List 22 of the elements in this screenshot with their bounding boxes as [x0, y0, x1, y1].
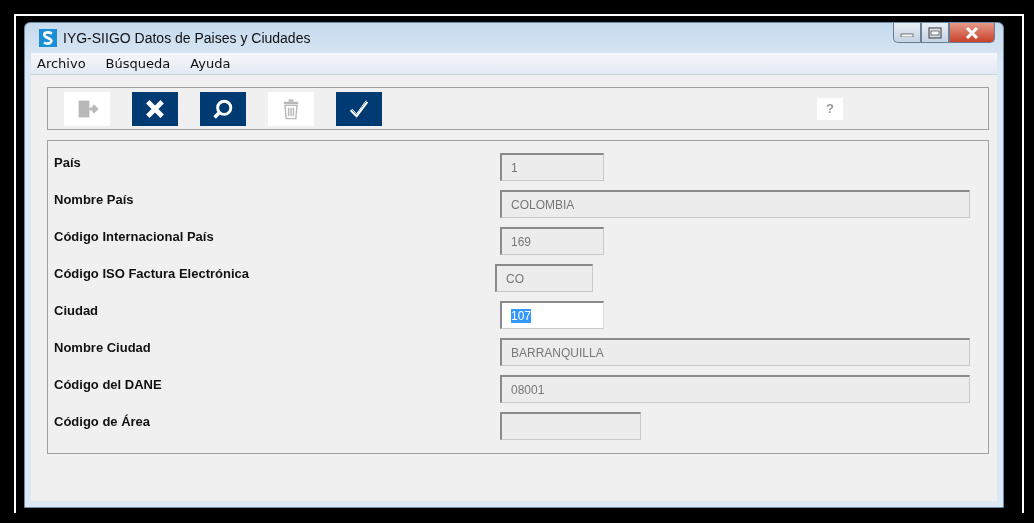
maximize-button[interactable]: [921, 23, 949, 43]
menu-item[interactable]: Ayuda: [190, 56, 231, 71]
field-label: Código Internacional País: [54, 228, 215, 244]
menu-item[interactable]: Búsqueda: [105, 56, 171, 71]
field-label: Ciudad: [54, 302, 100, 318]
minimize-button[interactable]: [893, 23, 921, 43]
field-label: Nombre País: [54, 191, 135, 207]
text-field[interactable]: 107: [500, 301, 604, 329]
close-button[interactable]: [949, 23, 995, 43]
search-button[interactable]: [200, 91, 246, 126]
field-label: Nombre Ciudad: [54, 339, 152, 355]
confirm-button[interactable]: [336, 91, 382, 126]
menu-item[interactable]: Archivo: [37, 56, 86, 71]
field-label: Código ISO Factura Electrónica: [54, 265, 251, 281]
cancel-button[interactable]: [132, 91, 178, 126]
close-icon: [964, 26, 980, 39]
field-label: País: [54, 154, 82, 170]
maximize-icon: [928, 26, 942, 39]
field-label: Código de Área: [54, 413, 152, 429]
app-logo-icon: [39, 29, 57, 47]
window-title: IYG-SIIGO Datos de Paises y Ciudades: [63, 30, 311, 46]
field-label: Código del DANE: [54, 376, 163, 392]
